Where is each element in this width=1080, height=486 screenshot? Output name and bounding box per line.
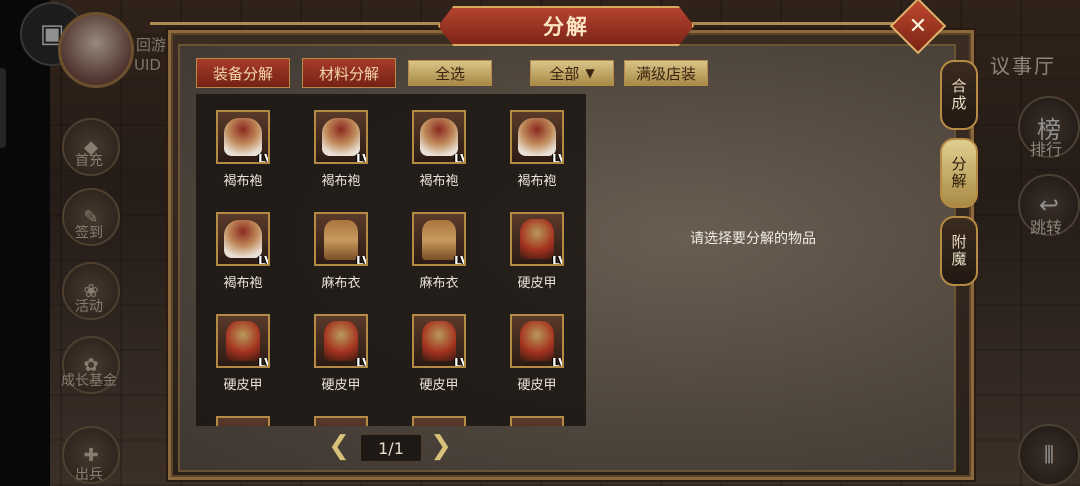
prev-page-icon[interactable]: ❮	[326, 432, 352, 460]
item-cell[interactable]: LV:5 麻布衣	[394, 212, 484, 291]
item-slot: LV:5	[412, 314, 466, 368]
item-level: LV:5	[356, 152, 366, 164]
cloth-tunic-icon	[422, 220, 456, 260]
item-name: 硬皮甲	[517, 276, 557, 291]
item-name: 硬皮甲	[321, 378, 361, 393]
item-name: 褐布袍	[223, 174, 263, 189]
item-slot: LV:5	[314, 110, 368, 164]
robe-icon	[224, 220, 262, 258]
panel-title: 分解	[438, 6, 694, 46]
item-name: 褐布袍	[419, 174, 459, 189]
page-indicator: 1/1	[360, 434, 422, 462]
item-grid: LV:5褐布袍 LV:5褐布袍 LV:5褐布袍 LV:5褐布袍 LV:5褐布袍 …	[196, 94, 586, 426]
item-level: LV:5	[454, 356, 464, 368]
robe-icon	[224, 118, 262, 156]
item-level: LV:5	[454, 152, 464, 164]
item-slot	[216, 416, 270, 426]
item-name: 硬皮甲	[517, 378, 557, 393]
item-name: 硬皮甲	[419, 378, 459, 393]
item-slot: LV:5	[216, 212, 270, 266]
item-slot: LV:5	[412, 212, 466, 266]
equipment-decompose-tab[interactable]: 装备分解	[196, 58, 290, 88]
tab-synthesize[interactable]: 合成	[940, 60, 978, 130]
close-icon[interactable]: ✕	[898, 6, 938, 46]
item-slot: LV:5	[314, 314, 368, 368]
item-cell[interactable]: LV:5 褐布袍	[198, 110, 288, 189]
item-cell[interactable]: LV:5 硬皮甲	[296, 314, 386, 393]
item-cell[interactable]: LV:5 麻布衣	[296, 212, 386, 291]
tab-decompose[interactable]: 分解	[940, 138, 978, 208]
item-slot: LV:5	[412, 110, 466, 164]
item-name: 麻布衣	[419, 276, 459, 291]
leather-armor-icon	[226, 321, 260, 361]
item-name: 褐布袍	[517, 174, 557, 189]
selection-hint: 请选择要分解的物品	[690, 231, 816, 247]
item-cell[interactable]: LV:5 硬皮甲	[198, 314, 288, 393]
caret-down-icon: ▼	[585, 66, 595, 80]
item-level: LV:5	[552, 356, 562, 368]
robe-icon	[420, 118, 458, 156]
title-divider-left	[150, 22, 440, 25]
filter-dropdown[interactable]: 全部 ▼	[530, 60, 614, 86]
item-level: LV:5	[552, 152, 562, 164]
item-slot: LV:5	[510, 314, 564, 368]
material-decompose-tab[interactable]: 材料分解	[302, 58, 396, 88]
item-slot	[510, 416, 564, 426]
robe-icon	[322, 118, 360, 156]
select-all-button[interactable]: 全选	[408, 60, 492, 86]
leather-armor-icon	[422, 321, 456, 361]
title-divider-right	[690, 22, 900, 25]
item-level: LV:5	[258, 254, 268, 266]
filter-value: 全部	[549, 64, 580, 83]
item-cell[interactable]: LV:5 褐布袍	[394, 110, 484, 189]
item-level: LV:5	[258, 356, 268, 368]
item-level: LV:5	[552, 254, 562, 266]
cloth-tunic-icon	[324, 220, 358, 260]
item-name: 褐布袍	[223, 276, 263, 291]
item-name: 硬皮甲	[223, 378, 263, 393]
item-cell-partial[interactable]	[296, 416, 386, 426]
item-cell[interactable]: LV:5 褐布袍	[296, 110, 386, 189]
leather-armor-icon	[520, 219, 554, 259]
robe-icon	[518, 118, 556, 156]
item-cell[interactable]: LV:5 褐布袍	[492, 110, 582, 189]
item-slot	[412, 416, 466, 426]
item-cell[interactable]: LV:5 硬皮甲	[394, 314, 484, 393]
next-page-icon[interactable]: ❯	[428, 432, 454, 460]
item-name: 褐布袍	[321, 174, 361, 189]
item-level: LV:5	[454, 254, 464, 266]
item-cell[interactable]: LV:5 褐布袍	[198, 212, 288, 291]
item-cell-partial[interactable]	[198, 416, 288, 426]
item-level: LV:5	[258, 152, 268, 164]
leather-armor-icon	[324, 321, 358, 361]
item-name: 麻布衣	[321, 276, 361, 291]
max-level-store-button[interactable]: 满级店装	[624, 60, 708, 86]
item-slot: LV:5	[510, 212, 564, 266]
item-cell-partial[interactable]	[492, 416, 582, 426]
item-slot: LV:5	[314, 212, 368, 266]
item-cell[interactable]: LV:5 硬皮甲	[492, 314, 582, 393]
item-slot: LV:5	[510, 110, 564, 164]
leather-armor-icon	[520, 321, 554, 361]
item-level: LV:5	[356, 254, 366, 266]
item-slot: LV:5	[216, 314, 270, 368]
item-level: LV:5	[356, 356, 366, 368]
item-slot: LV:5	[216, 110, 270, 164]
item-cell[interactable]: LV:5 硬皮甲	[492, 212, 582, 291]
item-cell-partial[interactable]	[394, 416, 484, 426]
tab-enchant[interactable]: 附魔	[940, 216, 978, 286]
item-slot	[314, 416, 368, 426]
